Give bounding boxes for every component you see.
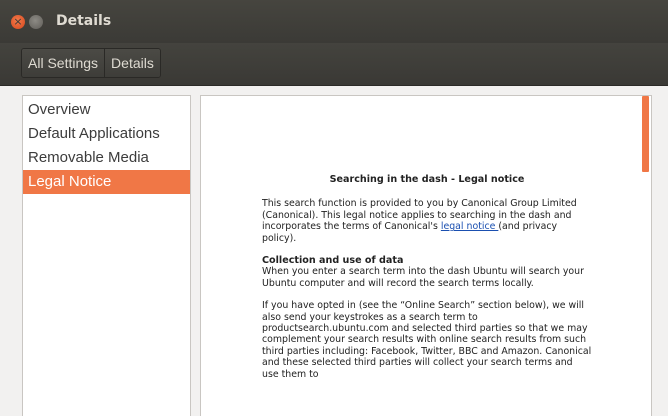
legal-notice-document: Searching in the dash - Legal notice Thi…	[262, 174, 592, 391]
sidebar-item-removable-media[interactable]: Removable Media	[23, 146, 190, 170]
close-button[interactable]: ×	[11, 15, 25, 29]
minimize-button[interactable]	[29, 15, 43, 29]
close-icon: ×	[13, 15, 23, 28]
legal-notice-link[interactable]: legal notice	[441, 221, 499, 232]
sidebar: Overview Default Applications Removable …	[22, 95, 191, 416]
sidebar-item-overview[interactable]: Overview	[23, 98, 190, 122]
breadcrumb-details[interactable]: Details	[104, 49, 160, 77]
breadcrumb: All Settings Details	[21, 48, 161, 78]
online-search-paragraph: If you have opted in (see the “Online Se…	[262, 300, 592, 380]
title-bar: × Details	[0, 0, 668, 43]
sidebar-item-default-applications[interactable]: Default Applications	[23, 122, 190, 146]
document-heading: Searching in the dash - Legal notice	[329, 174, 525, 185]
breadcrumb-all-settings[interactable]: All Settings	[22, 49, 105, 77]
window-title: Details	[56, 13, 112, 29]
scrollbar[interactable]	[642, 96, 649, 172]
intro-paragraph: This search function is provided to you …	[262, 198, 592, 244]
section-title: Collection and use of data	[262, 255, 404, 267]
legal-notice-panel: Searching in the dash - Legal notice Thi…	[200, 95, 652, 416]
sidebar-item-legal-notice[interactable]: Legal Notice	[23, 170, 190, 194]
section-body: When you enter a search term into the da…	[262, 266, 584, 289]
